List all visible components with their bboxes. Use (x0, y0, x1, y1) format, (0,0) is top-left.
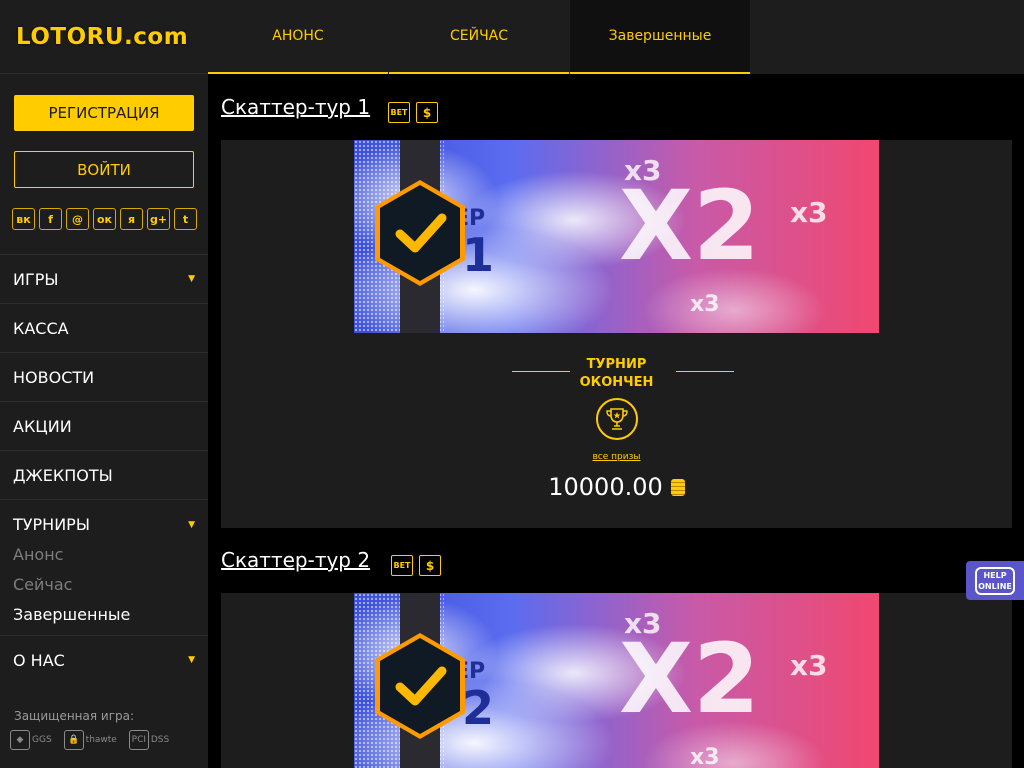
pci-dss-logo: PCI DSS (128, 730, 169, 750)
menu-item-label: КАССА (13, 318, 69, 338)
facebook-icon[interactable]: f (39, 208, 62, 230)
menu-item-label: ДЖЕКПОТЫ (13, 465, 113, 485)
submenu-item-finished[interactable]: Завершенные (13, 599, 195, 629)
checkmark-hex-icon (375, 633, 465, 739)
google-plus-icon[interactable]: g+ (147, 208, 170, 230)
banner-x3: x3 (790, 196, 828, 229)
login-button[interactable]: ВОЙТИ (14, 151, 194, 188)
site-logo[interactable]: LOTORU.com (0, 0, 208, 74)
menu-item-label: АКЦИИ (13, 416, 72, 436)
submenu-item-now[interactable]: Сейчас (13, 569, 195, 599)
register-button[interactable]: РЕГИСТРАЦИЯ (14, 95, 194, 131)
menu-item-news[interactable]: НОВОСТИ (0, 352, 208, 401)
tournament-status: ТУРНИР ОКОНЧЕН (579, 357, 654, 390)
tournaments-submenu: Анонс Сейчас Завершенные (0, 539, 208, 635)
sidebar: LOTORU.com РЕГИСТРАЦИЯ ВОЙТИ вк f @ ок я… (0, 0, 208, 768)
tournament-title[interactable]: Скаттер-тур 2 (221, 548, 370, 572)
ggs-logo: ◆ GGS (10, 730, 52, 750)
bet-badge: BET (391, 555, 413, 576)
yandex-icon[interactable]: я (120, 208, 143, 230)
menu-item-label: НОВОСТИ (13, 367, 95, 387)
tab-announce[interactable]: АНОНС (208, 0, 388, 74)
logo-text: LOTORU.com (16, 23, 189, 50)
menu-item-promos[interactable]: АКЦИИ (0, 401, 208, 450)
thawte-logo: 🔒 thawte (63, 730, 117, 750)
tournament-tabs: АНОНС СЕЙЧАС Завершенные (208, 0, 1024, 74)
submenu-item-announce[interactable]: Анонс (13, 539, 195, 569)
chevron-down-icon: ▼ (188, 274, 195, 284)
banner-x3: x3 (690, 745, 720, 768)
banner-x3: x3 (790, 649, 828, 682)
banner-x3: x3 (624, 154, 662, 187)
bet-badge: BET (388, 102, 410, 123)
tournament-banner[interactable]: ЕР 1 X2 x3 x3 x3 (354, 140, 879, 333)
tournament-card: ЕР 2 X2 x3 x3 x3 (221, 593, 1012, 768)
tab-finished[interactable]: Завершенные (570, 0, 750, 74)
security-logos: ◆ GGS 🔒 thawte PCI DSS (10, 730, 169, 750)
main-menu: ИГРЫ ▼ КАССА НОВОСТИ АКЦИИ ДЖЕКПОТЫ ТУРН… (0, 254, 208, 684)
tournament-banner[interactable]: ЕР 2 X2 x3 x3 x3 (354, 593, 879, 768)
prize-amount: 10000.00 (221, 473, 1012, 501)
chevron-down-icon: ▼ (188, 655, 195, 665)
dollar-badge: $ (419, 555, 441, 576)
twitter-icon[interactable]: t (174, 208, 197, 230)
secure-game-label: Защищенная игра: (14, 709, 135, 723)
chat-bubble-icon: HELP ONLINE (975, 566, 1015, 595)
checkmark-hex-icon (375, 180, 465, 286)
dollar-badge: $ (416, 102, 438, 123)
menu-item-label: ИГРЫ (13, 269, 59, 289)
chevron-down-icon: ▼ (188, 519, 195, 530)
vk-icon[interactable]: вк (12, 208, 35, 230)
menu-block-tournaments: ТУРНИРЫ ▼ Анонс Сейчас Завершенные (0, 499, 208, 635)
menu-item-label: О НАС (13, 650, 65, 670)
tournament-card: ЕР 1 X2 x3 x3 x3 ТУРНИР ОКОНЧЕН все приз… (221, 140, 1012, 528)
menu-item-about[interactable]: О НАС ▼ (0, 635, 208, 684)
trophy-icon[interactable] (596, 398, 638, 440)
mail-icon[interactable]: @ (66, 208, 89, 230)
menu-item-jackpots[interactable]: ДЖЕКПОТЫ (0, 450, 208, 499)
menu-item-label: ТУРНИРЫ (13, 515, 90, 534)
odnoklassniki-icon[interactable]: ок (93, 208, 116, 230)
all-prizes-link[interactable]: все призы (221, 452, 1012, 462)
menu-item-cashier[interactable]: КАССА (0, 303, 208, 352)
help-online-button[interactable]: HELP ONLINE (966, 561, 1024, 600)
tournament-title[interactable]: Скаттер-тур 1 (221, 95, 370, 119)
tab-now[interactable]: СЕЙЧАС (389, 0, 569, 74)
menu-item-games[interactable]: ИГРЫ ▼ (0, 254, 208, 303)
banner-x3: x3 (624, 607, 662, 640)
coins-icon (670, 478, 685, 496)
social-login-bar: вк f @ ок я g+ t (12, 208, 197, 230)
banner-x3: x3 (690, 292, 720, 317)
